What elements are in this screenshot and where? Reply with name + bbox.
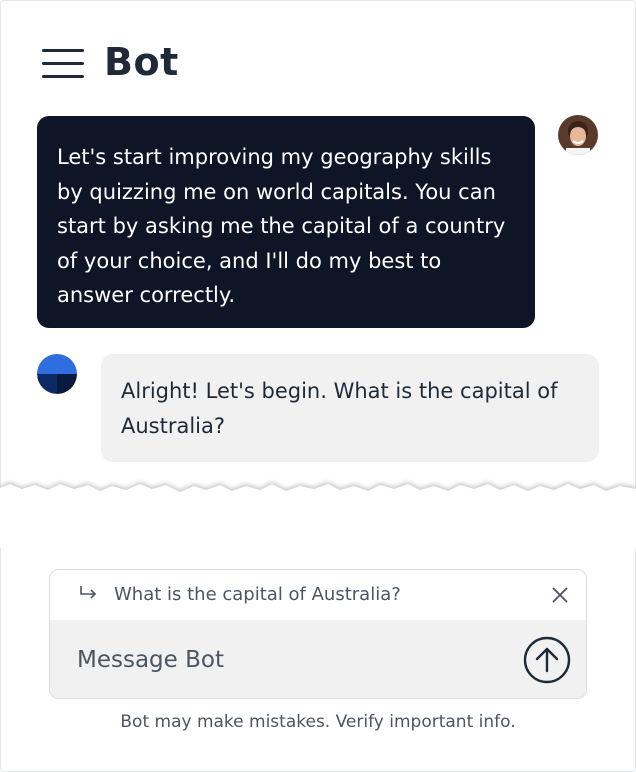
- disclaimer-text: Bot may make mistakes. Verify important …: [120, 712, 516, 732]
- send-arrow-up-icon[interactable]: [523, 636, 571, 684]
- page-title: Bot: [104, 40, 179, 84]
- torn-edge-divider: [0, 482, 636, 548]
- message-input-area: [50, 620, 586, 698]
- reply-preview-text: What is the capital of Australia?: [114, 584, 401, 605]
- user-avatar: [558, 115, 598, 155]
- reply-arrow-icon: [80, 586, 97, 599]
- message-composer: What is the capital of Australia?: [49, 569, 587, 699]
- user-message: Let's start improving my geography skill…: [37, 116, 535, 328]
- reply-preview-bar: What is the capital of Australia?: [50, 570, 586, 620]
- bot-message: Alright! Let's begin. What is the capita…: [101, 354, 599, 462]
- header: Bot: [0, 0, 636, 110]
- hamburger-menu-icon[interactable]: [42, 46, 84, 82]
- close-icon[interactable]: [550, 585, 570, 605]
- bot-avatar: [37, 354, 77, 394]
- message-input[interactable]: [77, 640, 477, 680]
